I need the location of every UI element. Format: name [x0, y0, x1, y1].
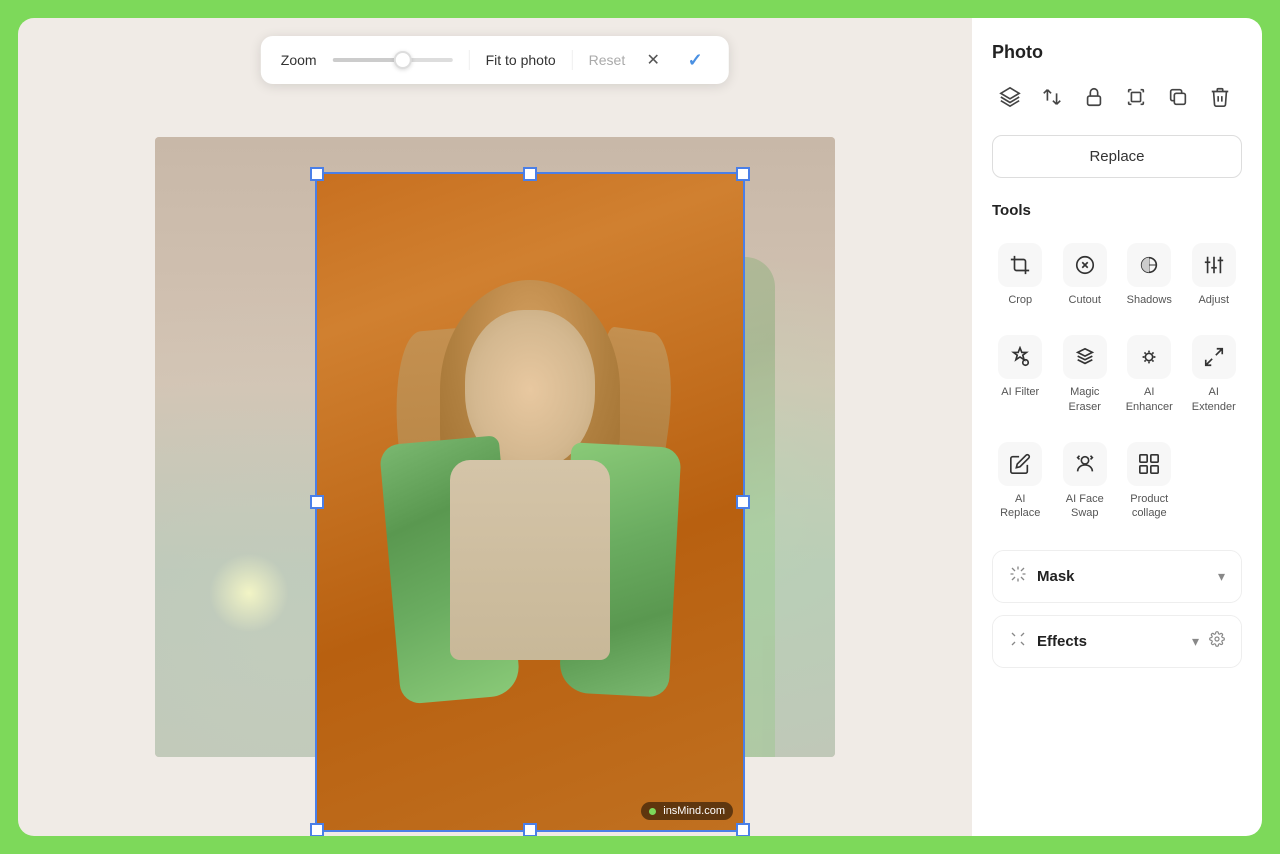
ai-filter-label: AI Filter: [1001, 385, 1039, 399]
woman-figure: [380, 250, 680, 830]
ai-filter-icon-box: [998, 335, 1042, 379]
panel-title: Photo: [992, 42, 1242, 63]
crop-box[interactable]: insMind.com: [315, 172, 745, 832]
crop-label: Crop: [1008, 293, 1032, 307]
ai-filter-tool-item[interactable]: AI Filter: [992, 325, 1049, 424]
close-button[interactable]: ✕: [641, 48, 665, 72]
mask-header-icon: [1009, 565, 1027, 588]
lock-icon-btn[interactable]: [1076, 79, 1112, 115]
toolbar-divider: [469, 50, 470, 70]
replace-button[interactable]: Replace: [992, 135, 1242, 178]
shadows-label: Shadows: [1127, 293, 1172, 307]
ai-extender-label: AI Extender: [1190, 385, 1239, 414]
crop-handle-lm[interactable]: [310, 495, 324, 509]
ai-enhancer-tool-item[interactable]: AI Enhancer: [1121, 325, 1178, 424]
magic-eraser-label: Magic Eraser: [1061, 385, 1110, 414]
effects-section-header[interactable]: Effects ▾: [993, 616, 1241, 667]
zoom-slider[interactable]: [333, 58, 453, 62]
adjust-tool-item[interactable]: Adjust: [1186, 233, 1243, 317]
effects-chevron-icon: ▾: [1192, 633, 1199, 650]
body-torso: [450, 460, 610, 660]
toolbar-icons-row: [992, 79, 1242, 115]
effects-section-title: Effects: [1037, 633, 1182, 650]
toolbar-divider-2: [572, 50, 573, 70]
effects-settings-icon[interactable]: [1209, 631, 1225, 652]
inner-photo-bg: [317, 174, 743, 830]
ai-enhancer-label: AI Enhancer: [1125, 385, 1174, 414]
ai-replace-tool-item[interactable]: AI Replace: [992, 432, 1049, 531]
product-collage-icon-box: [1127, 442, 1171, 486]
adjust-label: Adjust: [1198, 293, 1229, 307]
crop-handle-tl[interactable]: [310, 167, 324, 181]
light-orb: [209, 553, 289, 633]
confirm-button[interactable]: ✓: [681, 46, 709, 74]
crop-icon-box: [998, 243, 1042, 287]
zoom-toolbar: Zoom Fit to photo Reset ✕ ✓: [261, 36, 729, 84]
shadows-icon-box: [1127, 243, 1171, 287]
magic-eraser-tool-item[interactable]: Magic Eraser: [1057, 325, 1114, 424]
mask-section-title: Mask: [1037, 568, 1208, 585]
ai-extender-tool-item[interactable]: AI Extender: [1186, 325, 1243, 424]
ai-replace-label: AI Replace: [996, 492, 1045, 521]
crop-handle-bm[interactable]: [523, 823, 537, 836]
photo-wrapper: insMind.com: [155, 137, 835, 757]
app-container: Zoom Fit to photo Reset ✕ ✓: [0, 0, 1280, 854]
canvas-content: insMind.com: [18, 18, 972, 836]
frame-icon-btn[interactable]: [1118, 79, 1154, 115]
tools-grid: Crop Cutout: [992, 233, 1242, 530]
watermark-dot: [649, 808, 656, 815]
ai-enhancer-icon-box: [1127, 335, 1171, 379]
duplicate-icon-btn[interactable]: [1160, 79, 1196, 115]
ai-face-swap-tool-item[interactable]: AI Face Swap: [1057, 432, 1114, 531]
cutout-icon-box: [1063, 243, 1107, 287]
mask-section: Mask ▾: [992, 550, 1242, 603]
crop-tool-item[interactable]: Crop: [992, 233, 1049, 317]
crop-handle-br[interactable]: [736, 823, 750, 836]
fit-to-photo-button[interactable]: Fit to photo: [486, 52, 556, 68]
ai-face-swap-icon-box: [1063, 442, 1107, 486]
crop-handle-tr[interactable]: [736, 167, 750, 181]
canvas-area: Zoom Fit to photo Reset ✕ ✓: [18, 18, 972, 836]
crop-handle-bl[interactable]: [310, 823, 324, 836]
effects-section: Effects ▾: [992, 615, 1242, 668]
cutout-tool-item[interactable]: Cutout: [1057, 233, 1114, 317]
tools-section-title: Tools: [992, 202, 1242, 219]
product-collage-tool-item[interactable]: Product collage: [1121, 432, 1178, 531]
magic-eraser-icon-box: [1063, 335, 1107, 379]
inner-photo: [317, 174, 743, 830]
effects-header-icon: [1009, 630, 1027, 653]
ai-extender-icon-box: [1192, 335, 1236, 379]
ai-replace-icon-box: [998, 442, 1042, 486]
reset-button[interactable]: Reset: [589, 52, 626, 68]
flip-icon-btn[interactable]: [1034, 79, 1070, 115]
ai-face-swap-label: AI Face Swap: [1061, 492, 1110, 521]
watermark-text: insMind.com: [663, 805, 725, 817]
adjust-icon-box: [1192, 243, 1236, 287]
cutout-label: Cutout: [1069, 293, 1101, 307]
watermark: insMind.com: [641, 802, 733, 820]
zoom-label: Zoom: [281, 52, 317, 68]
right-panel: Photo: [972, 18, 1262, 836]
crop-handle-tm[interactable]: [523, 167, 537, 181]
product-collage-label: Product collage: [1125, 492, 1174, 521]
mask-chevron-icon: ▾: [1218, 568, 1225, 585]
layers-icon-btn[interactable]: [992, 79, 1028, 115]
mask-section-header[interactable]: Mask ▾: [993, 551, 1241, 602]
crop-handle-rm[interactable]: [736, 495, 750, 509]
shadows-tool-item[interactable]: Shadows: [1121, 233, 1178, 317]
delete-icon-btn[interactable]: [1202, 79, 1238, 115]
